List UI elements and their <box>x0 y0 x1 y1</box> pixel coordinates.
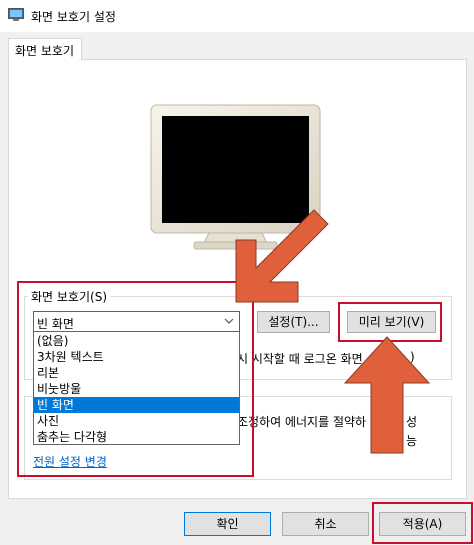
settings-button[interactable]: 설정(T)... <box>257 311 330 333</box>
tab-label: 화면 보호기 <box>15 44 75 58</box>
ok-button[interactable]: 확인 <box>184 512 271 536</box>
up-arrow-icon <box>343 336 431 454</box>
highlight-screensaver-box <box>17 281 254 477</box>
down-left-arrow-icon <box>235 209 329 303</box>
highlight-apply-box <box>372 502 473 544</box>
window-title: 화면 보호기 설정 <box>31 10 116 24</box>
tab-screensaver[interactable]: 화면 보호기 <box>8 38 82 60</box>
cancel-button[interactable]: 취소 <box>282 512 369 536</box>
screensaver-app-icon <box>8 8 24 21</box>
